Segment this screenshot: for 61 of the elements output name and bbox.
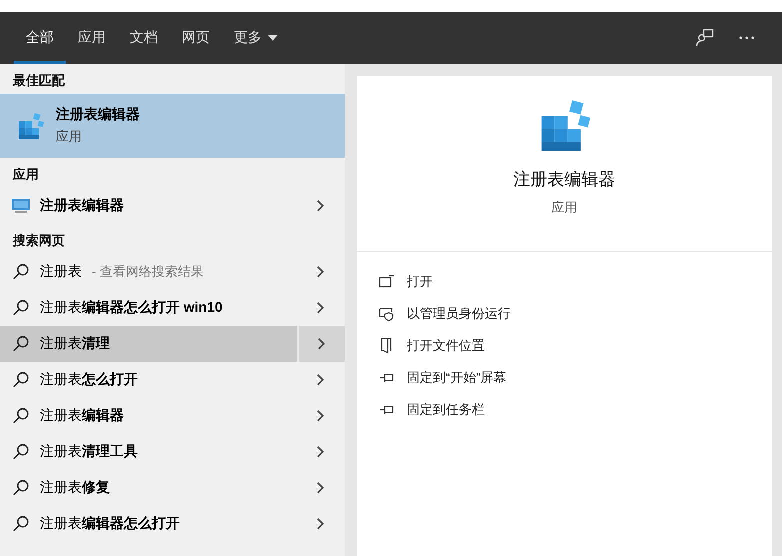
- action-item[interactable]: 固定到任务栏: [379, 394, 772, 426]
- search-icon: [12, 371, 30, 389]
- chevron-right-icon: [317, 200, 325, 212]
- result-label: 注册表清理工具: [40, 443, 138, 461]
- web-result[interactable]: 注册表修复: [0, 470, 345, 506]
- web-result[interactable]: 注册表清理工具: [0, 434, 345, 470]
- result-label: 注册表怎么打开: [40, 371, 138, 389]
- tab[interactable]: 文档: [118, 12, 170, 64]
- chevron-right-icon: [317, 410, 325, 422]
- search-icon: [12, 299, 30, 317]
- tab[interactable]: 应用: [66, 12, 118, 64]
- chevron-right-icon: [317, 374, 325, 386]
- web-result[interactable]: 注册表 - 查看网络搜索结果: [0, 254, 345, 290]
- action-item[interactable]: 固定到“开始”屏幕: [379, 362, 772, 394]
- shield-window-icon: [379, 306, 395, 322]
- tab[interactable]: 网页: [170, 12, 222, 64]
- chevron-right-icon: [318, 338, 326, 350]
- web-result[interactable]: 注册表清理: [0, 326, 345, 362]
- web-result[interactable]: 注册表怎么打开: [0, 362, 345, 398]
- search-icon: [12, 515, 30, 533]
- open-window-icon: [379, 274, 395, 290]
- expand-button[interactable]: [297, 326, 345, 362]
- app-type: 应用: [56, 128, 83, 146]
- search-icon: [12, 479, 30, 497]
- chevron-right-icon: [317, 302, 325, 314]
- web-result[interactable]: 注册表编辑器怎么打开: [0, 506, 345, 542]
- detail-subtitle: 应用: [552, 199, 578, 217]
- result-label: 注册表: [40, 263, 82, 281]
- best-match-item[interactable]: 注册表编辑器 应用: [0, 94, 345, 158]
- caret-icon: [268, 35, 278, 41]
- search-icon: [12, 407, 30, 425]
- search-icon: [12, 443, 30, 461]
- section-heading: 应用: [12, 166, 40, 184]
- result-label: 注册表编辑器怎么打开: [40, 515, 180, 533]
- action-item[interactable]: 以管理员身份运行: [379, 298, 772, 330]
- action-item[interactable]: 打开文件位置: [379, 330, 772, 362]
- section-heading: 搜索网页: [12, 232, 66, 250]
- monitor-icon: [12, 199, 30, 213]
- tab[interactable]: 更多: [222, 12, 290, 64]
- web-result[interactable]: 注册表编辑器: [0, 398, 345, 434]
- app-result[interactable]: 注册表编辑器: [0, 188, 345, 224]
- result-label: 注册表编辑器: [40, 197, 124, 215]
- result-label: 注册表清理: [40, 335, 110, 353]
- result-label: 注册表修复: [40, 479, 110, 497]
- detail-title: 注册表编辑器: [514, 169, 616, 191]
- chevron-right-icon: [317, 266, 325, 278]
- result-label: 注册表编辑器怎么打开 win10: [40, 299, 223, 317]
- search-icon: [12, 335, 30, 353]
- section-heading: 最佳匹配: [12, 72, 66, 90]
- web-result[interactable]: 注册表编辑器怎么打开 win10: [0, 290, 345, 326]
- person-feedback-icon: [696, 29, 714, 47]
- chevron-right-icon: [317, 446, 325, 458]
- cubes-icon: [16, 111, 46, 141]
- result-label: 注册表编辑器: [40, 407, 124, 425]
- app-title: 注册表编辑器: [56, 106, 140, 124]
- chevron-right-icon: [317, 482, 325, 494]
- action-item[interactable]: 打开: [379, 266, 772, 298]
- search-icon: [12, 263, 30, 281]
- more-icon: [739, 36, 755, 40]
- chevron-right-icon: [317, 518, 325, 530]
- result-hint: - 查看网络搜索结果: [92, 263, 204, 281]
